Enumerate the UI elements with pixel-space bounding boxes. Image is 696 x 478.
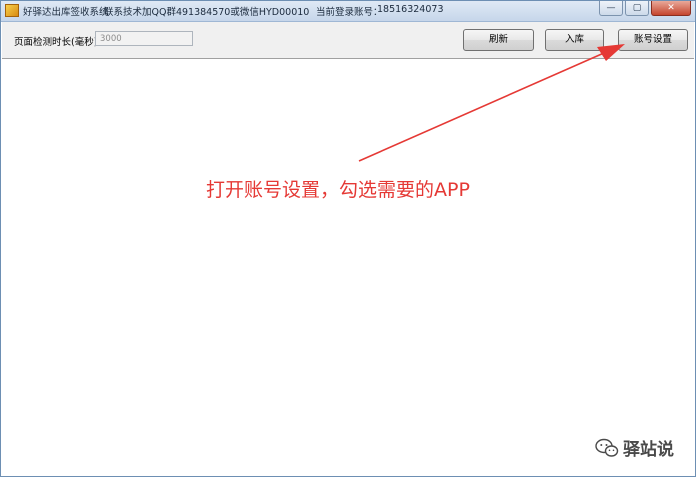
stock-in-button[interactable]: 入库 bbox=[545, 29, 604, 51]
annotation-arrow bbox=[358, 44, 625, 162]
app-icon bbox=[5, 4, 19, 17]
watermark-text: 驿站说 bbox=[623, 440, 674, 460]
minimize-button[interactable]: — bbox=[599, 1, 623, 16]
account-label: 当前登录账号： bbox=[316, 7, 383, 18]
account-settings-button[interactable]: 账号设置 bbox=[618, 29, 688, 51]
wechat-icon bbox=[595, 438, 619, 457]
toolbar: 页面检测时长(毫秒) 刷新 入库 账号设置 bbox=[2, 22, 694, 59]
arrow-line bbox=[358, 48, 614, 162]
close-button[interactable]: ✕ bbox=[651, 1, 691, 16]
account-number: 18516324073 bbox=[377, 4, 444, 15]
maximize-button[interactable]: ▢ bbox=[625, 1, 649, 16]
annotation-text: 打开账号设置，勾选需要的APP bbox=[206, 179, 470, 201]
title-bar: 好驿达出库签收系统 联系技术加QQ群491384570或微信HYD00010 当… bbox=[1, 1, 695, 22]
window-controls: — ▢ ✕ bbox=[597, 1, 691, 18]
interval-input[interactable] bbox=[95, 31, 193, 46]
interval-label: 页面检测时长(毫秒) bbox=[14, 37, 98, 48]
window-title: 好驿达出库签收系统 bbox=[23, 7, 109, 18]
contact-info: 联系技术加QQ群491384570或微信HYD00010 bbox=[104, 7, 310, 18]
refresh-button[interactable]: 刷新 bbox=[463, 29, 534, 51]
watermark: 驿站说 bbox=[595, 435, 674, 460]
main-window: 好驿达出库签收系统 联系技术加QQ群491384570或微信HYD00010 当… bbox=[0, 0, 696, 477]
